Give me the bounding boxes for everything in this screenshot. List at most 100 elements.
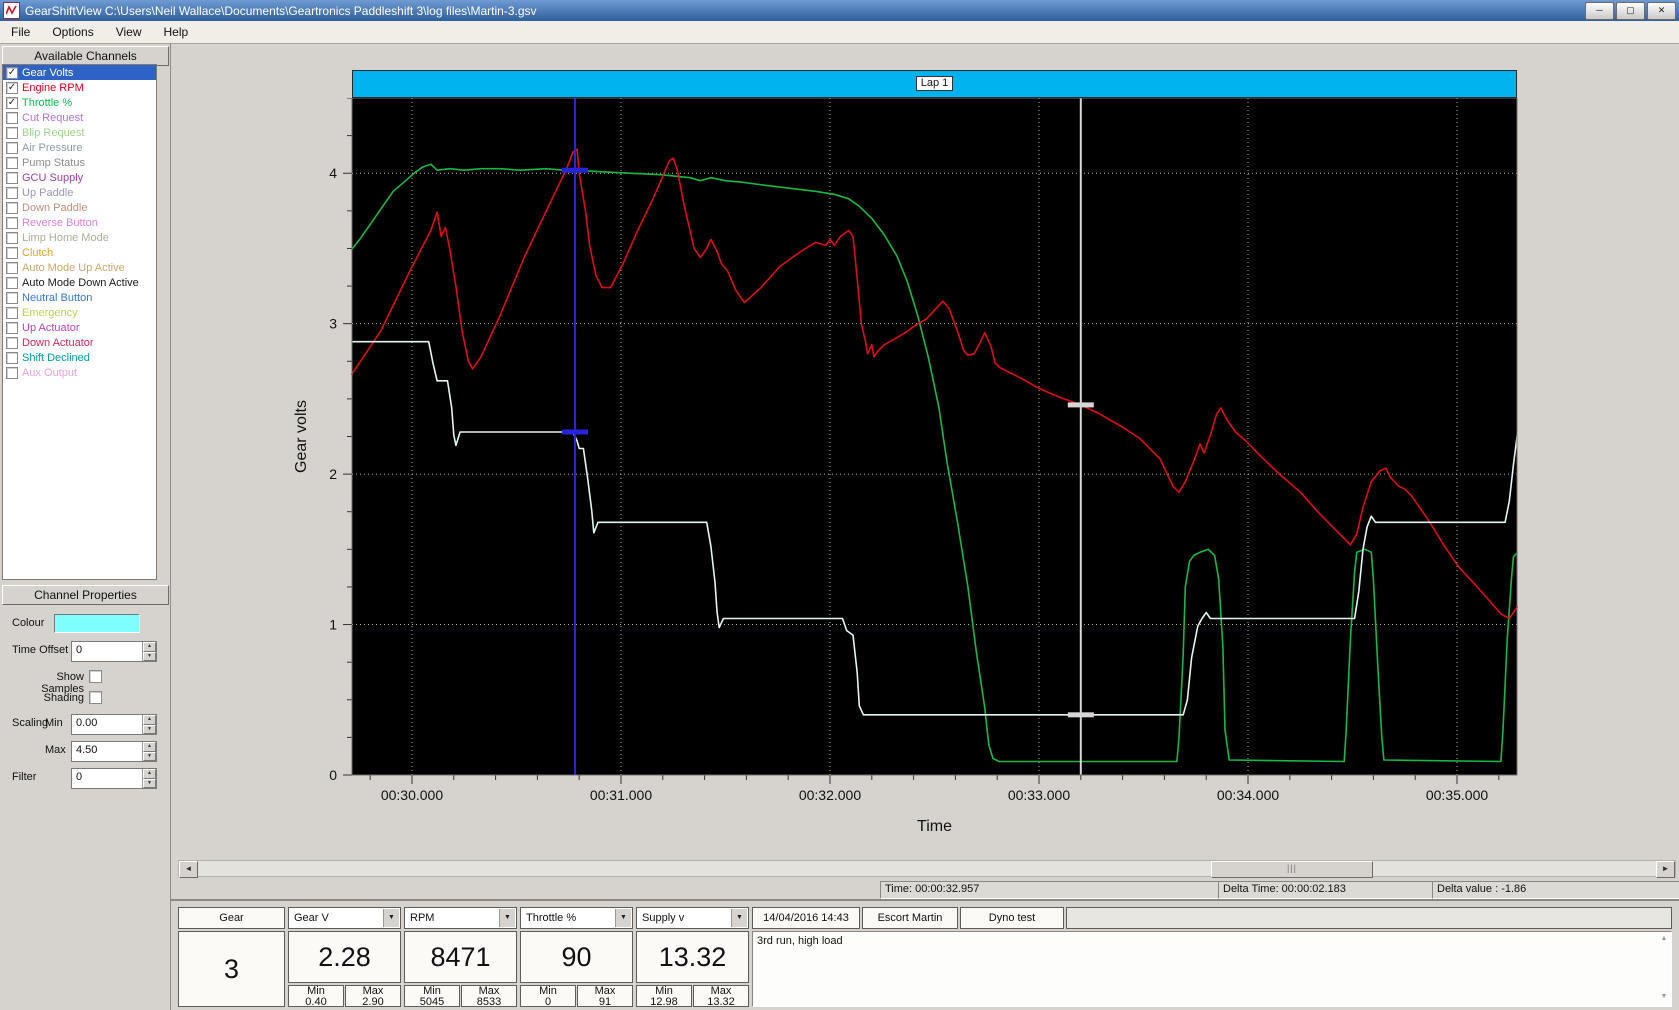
channel-checkbox[interactable]: ✓ <box>6 67 18 79</box>
channel-checkbox[interactable] <box>6 217 18 229</box>
scaling-min-input[interactable]: 0.00 ▲▼ <box>71 714 157 735</box>
channel-label: Engine RPM <box>22 82 84 94</box>
metric-select-rpm[interactable]: RPM ▼ <box>404 907 517 929</box>
channel-checkbox[interactable] <box>6 337 18 349</box>
channel-label: Down Paddle <box>22 202 87 214</box>
channel-label: Clutch <box>22 247 53 259</box>
channel-item-aux-output[interactable]: Aux Output <box>3 365 156 380</box>
scrollbar-thumb[interactable]: ||| <box>1211 861 1373 878</box>
channel-item-limp-home-mode[interactable]: Limp Home Mode <box>3 230 156 245</box>
signal-plot[interactable]: 00:30.00000:31.00000:32.00000:33.00000:3… <box>288 98 1519 843</box>
channel-checkbox[interactable] <box>6 292 18 304</box>
window-title: GearShiftView C:\Users\Neil Wallace\Docu… <box>25 4 537 18</box>
channel-item-emergency[interactable]: Emergency <box>3 305 156 320</box>
close-button[interactable]: ✕ <box>1647 2 1676 20</box>
maximize-button[interactable]: ▢ <box>1616 2 1645 20</box>
scaling-max-input[interactable]: 4.50 ▲▼ <box>71 741 157 762</box>
metric-value-gear-v: 2.28 <box>288 931 401 983</box>
channel-item-up-actuator[interactable]: Up Actuator <box>3 320 156 335</box>
channel-item-air-pressure[interactable]: Air Pressure <box>3 140 156 155</box>
svg-text:4: 4 <box>329 165 337 181</box>
channel-checkbox[interactable] <box>6 232 18 244</box>
channel-item-engine-rpm[interactable]: ✓ Engine RPM <box>3 80 156 95</box>
scaling-max-spin-down-icon[interactable]: ▼ <box>143 752 156 762</box>
channel-item-down-paddle[interactable]: Down Paddle <box>3 200 156 215</box>
channel-item-shift-declined[interactable]: Shift Declined <box>3 350 156 365</box>
channel-label: Auto Mode Up Active <box>22 262 125 274</box>
channel-label: Down Actuator <box>22 337 94 349</box>
channel-label: Throttle % <box>22 97 72 109</box>
channel-checkbox[interactable] <box>6 142 18 154</box>
dropdown-arrow-icon[interactable]: ▼ <box>731 909 747 927</box>
dropdown-arrow-icon[interactable]: ▼ <box>615 909 631 927</box>
channel-checkbox[interactable] <box>6 157 18 169</box>
channel-checkbox[interactable] <box>6 352 18 364</box>
scaling-min-spin-up-icon[interactable]: ▲ <box>143 715 156 725</box>
channel-checkbox[interactable] <box>6 307 18 319</box>
channel-item-gcu-supply[interactable]: GCU Supply <box>3 170 156 185</box>
scaling-max-spin-up-icon[interactable]: ▲ <box>143 742 156 752</box>
channel-label: Cut Request <box>22 112 83 124</box>
channel-checkbox[interactable] <box>6 172 18 184</box>
time-offset-spin-down-icon[interactable]: ▼ <box>143 652 156 662</box>
svg-text:Time: Time <box>917 818 952 835</box>
menu-help[interactable]: Help <box>153 21 200 43</box>
shading-label: Shading <box>14 692 84 704</box>
colour-swatch[interactable] <box>54 614 140 633</box>
channel-checkbox[interactable] <box>6 112 18 124</box>
dropdown-arrow-icon[interactable]: ▼ <box>499 909 515 927</box>
channel-checkbox[interactable] <box>6 247 18 259</box>
session-notes[interactable]: 3rd run, high load ▲ ▼ <box>752 931 1672 1007</box>
menu-options[interactable]: Options <box>41 21 104 43</box>
app-icon <box>3 2 20 19</box>
channel-item-gear-volts[interactable]: ✓ Gear Volts <box>3 65 156 80</box>
channel-checkbox[interactable] <box>6 277 18 289</box>
channel-label: Air Pressure <box>22 142 83 154</box>
notes-scroll-down-icon[interactable]: ▼ <box>1659 993 1669 1003</box>
dropdown-arrow-icon[interactable]: ▼ <box>383 909 399 927</box>
channel-label: Aux Output <box>22 367 77 379</box>
channel-checkbox[interactable]: ✓ <box>6 82 18 94</box>
channel-checkbox[interactable] <box>6 187 18 199</box>
minimize-button[interactable]: ─ <box>1585 2 1614 20</box>
metric-select-throttle-[interactable]: Throttle % ▼ <box>520 907 633 929</box>
svg-text:00:35.000: 00:35.000 <box>1426 787 1488 803</box>
scaling-min-spin-down-icon[interactable]: ▼ <box>143 725 156 735</box>
scroll-left-icon[interactable]: ◄ <box>179 861 198 878</box>
channel-checkbox[interactable] <box>6 127 18 139</box>
metric-max-cell: Max2.90 <box>345 985 401 1007</box>
filter-spin-up-icon[interactable]: ▲ <box>143 769 156 779</box>
menu-view[interactable]: View <box>105 21 153 43</box>
channel-checkbox[interactable] <box>6 202 18 214</box>
channel-item-down-actuator[interactable]: Down Actuator <box>3 335 156 350</box>
shading-checkbox[interactable] <box>89 691 102 704</box>
channel-label: Gear Volts <box>22 67 73 79</box>
channel-item-blip-request[interactable]: Blip Request <box>3 125 156 140</box>
filter-spin-down-icon[interactable]: ▼ <box>143 779 156 789</box>
time-offset-spin-up-icon[interactable]: ▲ <box>143 642 156 652</box>
channel-checkbox[interactable] <box>6 367 18 379</box>
channel-checkbox[interactable]: ✓ <box>6 97 18 109</box>
channel-label: Pump Status <box>22 157 85 169</box>
scroll-right-icon[interactable]: ► <box>1656 861 1675 878</box>
channel-item-throttle-[interactable]: ✓ Throttle % <box>3 95 156 110</box>
sidebar-divider <box>170 43 171 1010</box>
channel-item-auto-mode-up-active[interactable]: Auto Mode Up Active <box>3 260 156 275</box>
channel-item-up-paddle[interactable]: Up Paddle <box>3 185 156 200</box>
menu-file[interactable]: File <box>0 21 41 43</box>
channel-checkbox[interactable] <box>6 322 18 334</box>
metric-select-gear-v[interactable]: Gear V ▼ <box>288 907 401 929</box>
plot-horizontal-scrollbar[interactable]: ◄ ► ||| <box>178 860 1676 877</box>
filter-input[interactable]: 0 ▲▼ <box>71 768 157 789</box>
channel-checkbox[interactable] <box>6 262 18 274</box>
channel-item-pump-status[interactable]: Pump Status <box>3 155 156 170</box>
time-offset-input[interactable]: 0 ▲▼ <box>71 641 157 662</box>
channel-item-reverse-button[interactable]: Reverse Button <box>3 215 156 230</box>
channel-item-auto-mode-down-active[interactable]: Auto Mode Down Active <box>3 275 156 290</box>
channel-item-neutral-button[interactable]: Neutral Button <box>3 290 156 305</box>
channel-item-cut-request[interactable]: Cut Request <box>3 110 156 125</box>
metric-select-supply-v[interactable]: Supply v ▼ <box>636 907 749 929</box>
show-samples-checkbox[interactable] <box>89 670 102 683</box>
notes-scroll-up-icon[interactable]: ▲ <box>1659 935 1669 945</box>
channel-item-clutch[interactable]: Clutch <box>3 245 156 260</box>
